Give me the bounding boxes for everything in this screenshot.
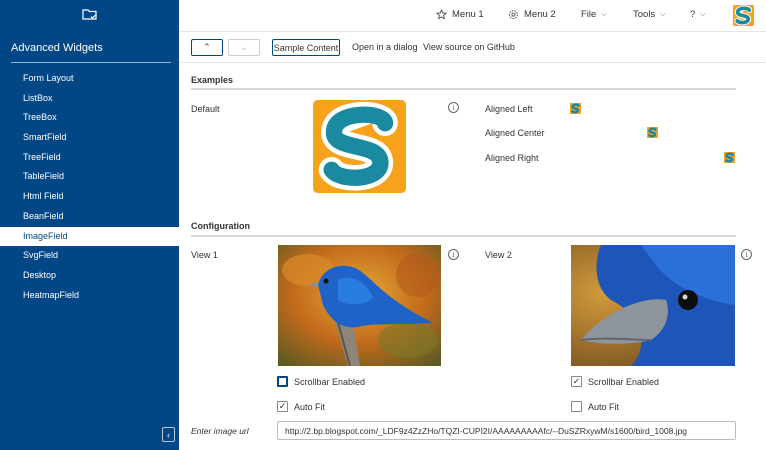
default-image-logo (313, 100, 406, 193)
view1-auto-fit-checkbox[interactable]: ✓ Auto Fit (277, 401, 325, 412)
sidebar-title: Advanced Widgets (11, 42, 103, 54)
aligned-center-logo (647, 127, 658, 138)
sidebar-item-treefield[interactable]: TreeField (0, 148, 179, 168)
sidebar: Advanced Widgets Form Layout ListBox Tre… (0, 0, 179, 450)
file-menu[interactable]: File ⌵ (581, 9, 607, 20)
tools-menu-label: Tools (633, 9, 656, 20)
info-icon[interactable]: i (448, 102, 459, 113)
star-icon (436, 9, 447, 20)
menu1-label: Menu 1 (452, 9, 484, 20)
aligned-right-label: Aligned Right (485, 153, 539, 163)
checkmark-icon[interactable]: ✓ (277, 401, 288, 412)
app-logo (733, 5, 754, 26)
sidebar-item-tablefield[interactable]: TableField (0, 167, 179, 187)
configuration-section-title: Configuration (191, 221, 250, 231)
sidebar-divider (11, 62, 171, 63)
view2-label: View 2 (485, 250, 512, 260)
menu2-button[interactable]: Menu 2 (508, 9, 556, 20)
default-label: Default (191, 104, 220, 114)
view1-label: View 1 (191, 250, 218, 260)
aligned-right-logo (724, 152, 735, 163)
sidebar-item-listbox[interactable]: ListBox (0, 89, 179, 109)
folder-tree-icon[interactable] (82, 7, 98, 23)
menu1-button[interactable]: Menu 1 (436, 9, 484, 20)
view2-scrollbar-label: Scrollbar Enabled (588, 376, 660, 387)
move-up-button[interactable]: ⌃ (191, 39, 223, 56)
sidebar-item-html-field[interactable]: Html Field (0, 187, 179, 207)
info-icon[interactable]: i (448, 249, 459, 260)
help-menu-label: ? (690, 9, 696, 20)
examples-section-divider (191, 88, 736, 90)
sidebar-item-form-layout[interactable]: Form Layout (0, 69, 179, 89)
info-icon[interactable]: i (741, 249, 752, 260)
examples-section-title: Examples (191, 75, 234, 85)
sidebar-collapse-button[interactable]: ‹ (162, 427, 175, 442)
sidebar-nav: Form Layout ListBox TreeBox SmartField T… (0, 69, 179, 305)
toolbar: ⌃ ⌄ Sample Content Open in a dialog View… (179, 32, 766, 63)
view1-scrollbar-label: Scrollbar Enabled (294, 376, 366, 387)
sidebar-item-treebox[interactable]: TreeBox (0, 108, 179, 128)
help-menu[interactable]: ? ⌵ (690, 9, 706, 20)
view-source-link[interactable]: View source on GitHub (423, 42, 515, 52)
configuration-section-divider (191, 235, 736, 237)
open-dialog-link[interactable]: Open in a dialog (352, 42, 418, 52)
view2-auto-fit-checkbox[interactable]: Auto Fit (571, 401, 619, 412)
chevron-down-icon: ⌵ (700, 10, 706, 18)
checkbox-box[interactable] (571, 401, 582, 412)
sidebar-item-beanfield[interactable]: BeanField (0, 207, 179, 227)
view1-autofit-label: Auto Fit (294, 401, 326, 412)
sidebar-item-smartfield[interactable]: SmartField (0, 128, 179, 148)
chevron-down-icon: ⌵ (601, 10, 607, 18)
checkmark-icon[interactable]: ✓ (571, 376, 582, 387)
sidebar-item-svgfield[interactable]: SvgField (0, 246, 179, 266)
aligned-left-label: Aligned Left (485, 104, 533, 114)
sidebar-item-heatmapfield[interactable]: HeatmapField (0, 286, 179, 306)
menu2-label: Menu 2 (524, 9, 556, 20)
chevron-down-icon: ⌵ (660, 10, 666, 18)
move-down-button[interactable]: ⌄ (228, 39, 260, 56)
sidebar-item-imagefield[interactable]: ImageField (0, 226, 179, 247)
view1-bird-image (278, 245, 441, 366)
image-url-input[interactable]: http://2.bp.blogspot.com/_LDF9z4ZzZHo/TQ… (277, 421, 736, 440)
view1-scrollbar-enabled-checkbox[interactable]: Scrollbar Enabled (277, 376, 365, 387)
gear-icon (509, 10, 518, 19)
tools-menu[interactable]: Tools ⌵ (633, 9, 666, 20)
image-url-label: Enter image url (191, 426, 249, 436)
view2-scrollbar-enabled-checkbox[interactable]: ✓ Scrollbar Enabled (571, 376, 659, 387)
file-menu-label: File (581, 9, 597, 20)
sample-content-button[interactable]: Sample Content (272, 39, 340, 56)
aligned-center-label: Aligned Center (485, 128, 545, 138)
aligned-left-logo (570, 103, 581, 114)
view2-bird-closeup-image (571, 245, 735, 366)
header: Menu 1 Menu 2 File ⌵ Tools ⌵ ? ⌵ (179, 0, 766, 32)
sidebar-item-desktop[interactable]: Desktop (0, 266, 179, 286)
view2-autofit-label: Auto Fit (588, 401, 620, 412)
checkbox-box[interactable] (277, 376, 288, 387)
